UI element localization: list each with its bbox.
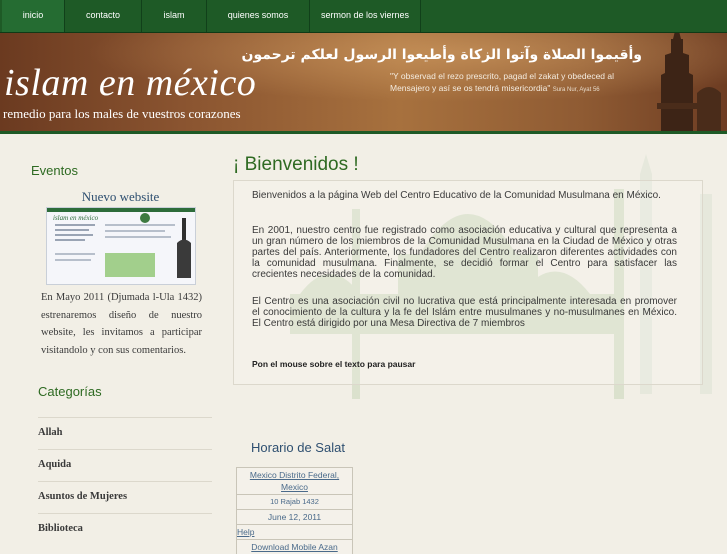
welcome-scroller[interactable]: Bienvenidos a la página Web del Centro E…: [233, 180, 703, 385]
category-aquida[interactable]: Aquida: [38, 449, 212, 481]
salat-city-link[interactable]: Mexico Distrito Federal,: [250, 470, 339, 480]
category-allah[interactable]: Allah: [38, 417, 212, 449]
news-title-link[interactable]: Nuevo website: [28, 189, 213, 205]
minaret-icon: [657, 33, 721, 131]
site-subtitle: remedio para los males de vuestros coraz…: [3, 106, 241, 121]
top-navigation: inicio contacto islam quienes somos serm…: [0, 0, 727, 33]
sidebar: Eventos Nuevo website islam en méxico En…: [28, 134, 213, 545]
salat-gregorian-date: June 12, 2011: [236, 509, 353, 524]
hover-hint: Pon el mouse sobre el texto para pausar: [252, 359, 416, 369]
nav-item-sermon[interactable]: sermon de los viernes: [310, 0, 421, 32]
nav-item-contacto[interactable]: contacto: [65, 0, 142, 32]
history-paragraph: En 2001, nuestro centro fue registrado c…: [252, 225, 677, 280]
events-heading: Eventos: [31, 163, 78, 178]
site-title[interactable]: islam en méxico: [4, 61, 256, 105]
categories-heading: Categorías: [38, 384, 102, 399]
welcome-heading: ¡ Bienvenidos !: [233, 154, 359, 175]
arabic-verse: وأقيموا الصلاة وآتوا الزكاة وأطيعوا الرس…: [241, 47, 642, 63]
salat-heading: Horario de Salat: [251, 440, 345, 455]
salat-help-text[interactable]: Help: [237, 527, 254, 537]
mission-paragraph: El Centro es una asociación civil no luc…: [252, 296, 677, 329]
salat-help-link[interactable]: Help: [236, 524, 353, 539]
salat-country-link[interactable]: Mexico: [281, 482, 308, 492]
salat-widget: Mexico Distrito Federal, Mexico 10 Rajab…: [236, 467, 353, 554]
nav-item-inicio[interactable]: inicio: [2, 0, 65, 32]
salat-download-link[interactable]: Download Mobile Azan: [236, 539, 353, 554]
quote-source: Sura Nur, Ayat 56: [552, 87, 600, 93]
category-biblioteca[interactable]: Biblioteca: [38, 513, 212, 545]
salat-location[interactable]: Mexico Distrito Federal, Mexico: [236, 467, 353, 494]
quote-text: "Y observad el rezo prescrito, pagad el …: [390, 70, 640, 96]
category-asuntos-mujeres[interactable]: Asuntos de Mujeres: [38, 481, 212, 513]
nav-item-islam[interactable]: islam: [142, 0, 207, 32]
welcome-paragraph: Bienvenidos a la página Web del Centro E…: [252, 190, 661, 201]
salat-hijri-date: 10 Rajab 1432: [236, 494, 353, 509]
news-text: En Mayo 2011 (Djumada l-Ula 1432) estren…: [41, 292, 202, 356]
header-banner: islam en méxico remedio para los males d…: [0, 33, 727, 131]
thumb-title: islam en méxico: [53, 214, 99, 222]
salat-download-text[interactable]: Download Mobile Azan: [251, 542, 337, 552]
news-thumbnail[interactable]: islam en méxico: [46, 207, 196, 285]
nav-item-quienes-somos[interactable]: quienes somos: [207, 0, 310, 32]
